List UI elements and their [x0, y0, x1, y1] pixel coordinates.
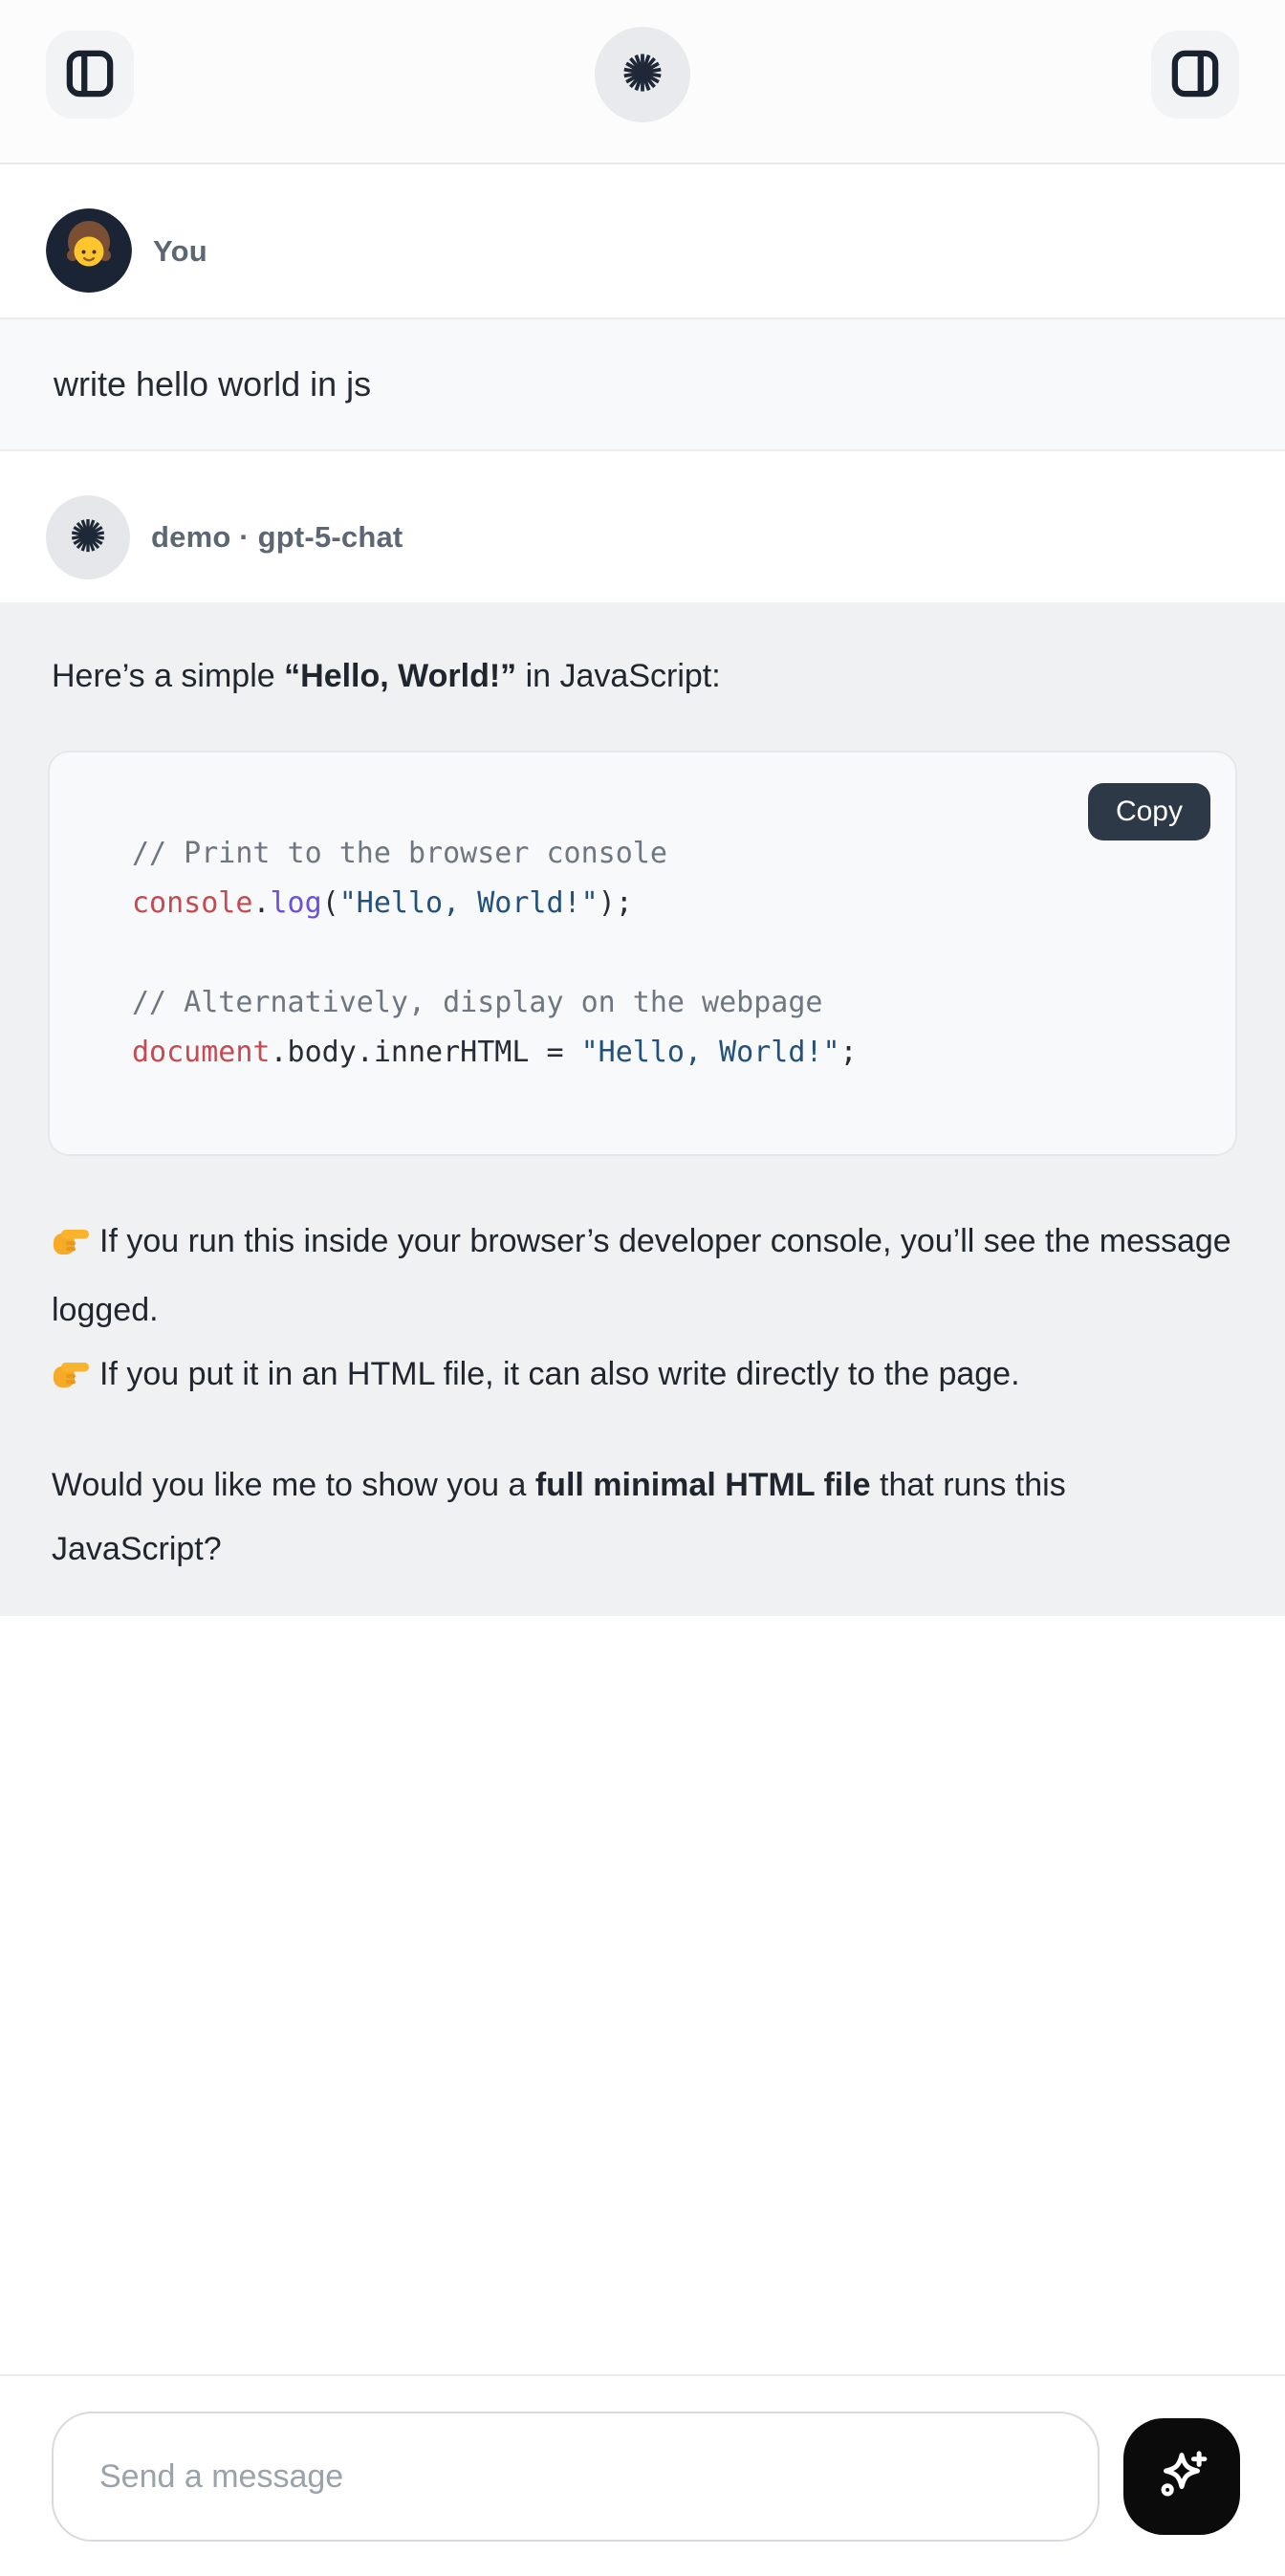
note-1-text: If you run this inside your browser’s de…	[52, 1223, 1231, 1328]
sidebar-toggle-right-button[interactable]	[1151, 31, 1239, 119]
user-message-bubble: write hello world in js	[0, 317, 1285, 451]
chat-app: You write hello world in js	[0, 0, 1285, 2576]
followup-text-pre: Would you like me to show you a	[52, 1467, 535, 1503]
message-input[interactable]	[52, 2412, 1100, 2542]
assistant-avatar	[46, 495, 130, 579]
starburst-icon	[620, 50, 665, 100]
intro-text-post: in JavaScript:	[516, 658, 721, 694]
person-emoji-icon	[46, 208, 132, 295]
top-bar	[0, 0, 1285, 164]
sparkle-icon	[1150, 2444, 1213, 2510]
note-2-text: If you put it in an HTML file, it can al…	[99, 1356, 1020, 1392]
composer-bar	[0, 2374, 1285, 2576]
starburst-icon	[68, 515, 108, 560]
code-block: Copy // Print to the browser console con…	[48, 751, 1237, 1156]
sidebar-toggle-left-button[interactable]	[46, 31, 134, 119]
followup-text-bold: full minimal HTML file	[535, 1467, 871, 1503]
assistant-note-2: If you put it in an HTML file, it can al…	[52, 1343, 1233, 1411]
assistant-message-header: demo · gpt-5-chat	[0, 451, 1285, 602]
assistant-note-1: If you run this inside your browser’s de…	[52, 1210, 1233, 1343]
user-message-text: write hello world in js	[54, 364, 371, 404]
user-message-header: You	[0, 164, 1285, 317]
send-button[interactable]	[1123, 2418, 1240, 2535]
assistant-sender-label: demo · gpt-5-chat	[151, 520, 403, 555]
sidebar-right-icon	[1171, 50, 1219, 100]
pointing-right-icon	[52, 1228, 90, 1264]
logo-badge	[595, 27, 690, 122]
assistant-followup-paragraph: Would you like me to show you a full min…	[52, 1453, 1233, 1582]
pointing-right-icon	[52, 1361, 90, 1397]
assistant-message-bubble: Here’s a simple “Hello, World!” in JavaS…	[0, 602, 1285, 1616]
intro-text-pre: Here’s a simple	[52, 658, 284, 694]
sidebar-left-icon	[66, 50, 114, 100]
user-avatar	[46, 208, 132, 295]
intro-text-bold: “Hello, World!”	[284, 658, 516, 694]
chat-empty-area	[0, 1616, 1285, 2374]
assistant-intro-paragraph: Here’s a simple “Hello, World!” in JavaS…	[52, 644, 1233, 709]
copy-code-button[interactable]: Copy	[1088, 783, 1210, 840]
user-sender-label: You	[153, 234, 207, 269]
code-content: // Print to the browser console console.…	[132, 829, 1201, 1078]
